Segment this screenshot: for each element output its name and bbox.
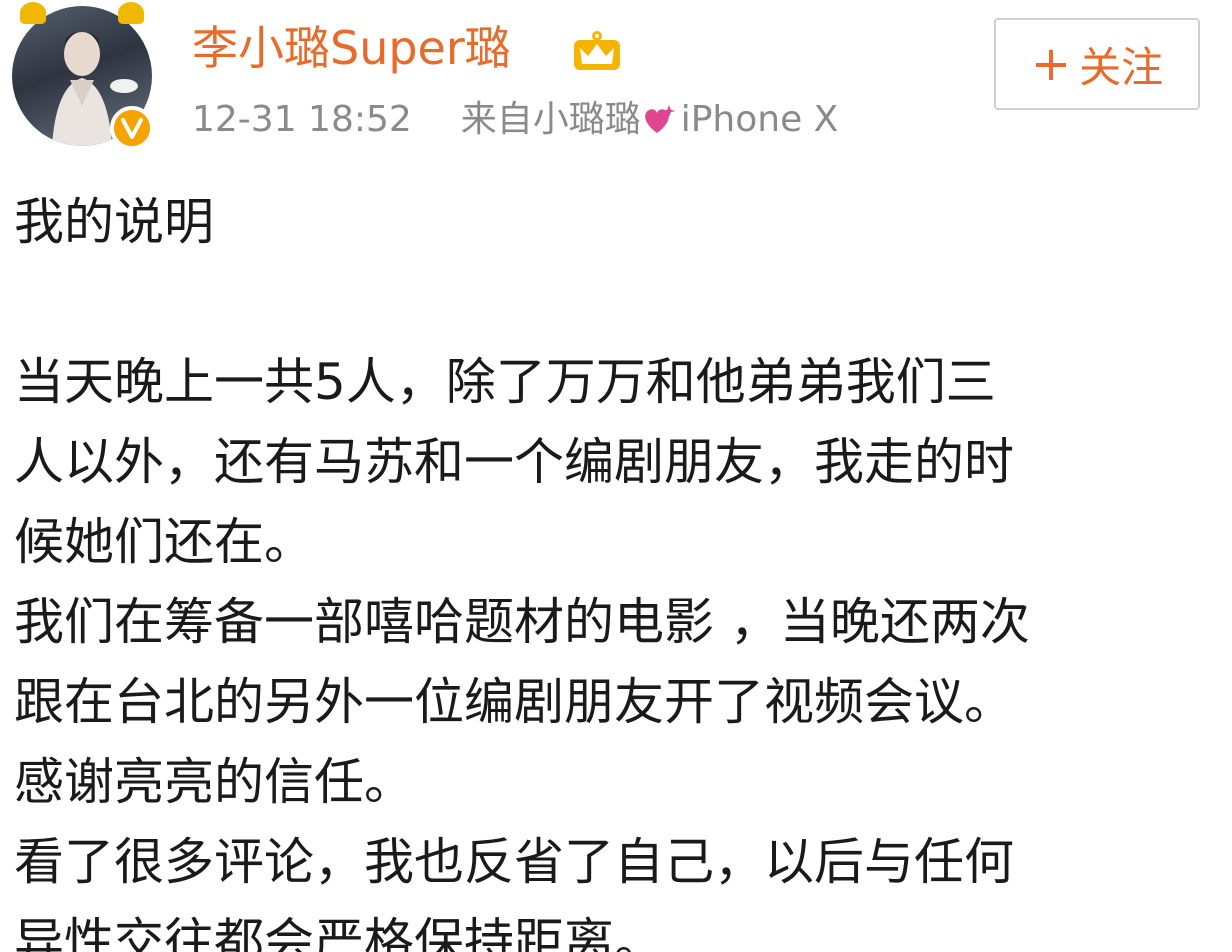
post-body-line: 候她们还在。 (14, 513, 314, 571)
antler-left-icon (20, 2, 46, 24)
post-body: 我的说明 当天晚上一共5人，除了万万和他弟弟我们三 人以外，还有马苏和一个编剧朋… (14, 182, 1214, 952)
username[interactable]: 李小璐Super璐 (192, 18, 511, 78)
post-body-line: 当天晚上一共5人，除了万万和他弟弟我们三 (14, 353, 996, 411)
post-source-device[interactable]: iPhone X (681, 99, 839, 140)
post-body-line: 人以外，还有马苏和一个编剧朋友，我走的时 (14, 433, 1014, 491)
crown-icon[interactable] (572, 26, 622, 72)
post-timestamp[interactable]: 12-31 18:52 (192, 99, 412, 140)
avatar[interactable] (12, 2, 154, 150)
verified-badge-icon (110, 106, 154, 150)
post-source-prefix[interactable]: 来自小璐璐 (461, 99, 641, 140)
post-body-line: 我们在筹备一部嘻哈题材的电影 ，当晚还两次 (14, 593, 1030, 651)
sparkle-heart-icon (641, 101, 681, 137)
post-body-line: 看了很多评论，我也反省了自己，以后与任何 (14, 833, 1014, 891)
post-body-line: 感谢亮亮的信任。 (14, 753, 414, 811)
post-body-line: 我的说明 (14, 193, 214, 251)
post-body-line (14, 262, 1214, 342)
follow-button-label: 关注 (1079, 42, 1164, 92)
antler-right-icon (118, 2, 144, 24)
plus-icon: + (1030, 36, 1072, 92)
post-body-line: 跟在台北的另外一位编剧朋友开了视频会议。 (14, 673, 1014, 731)
follow-button[interactable]: + 关注 (994, 18, 1200, 110)
post-body-line: 异性交往都会严格保持距离。 (14, 913, 664, 952)
post-meta: 12-31 18:52 来自小璐璐 iPhone X (192, 96, 838, 144)
